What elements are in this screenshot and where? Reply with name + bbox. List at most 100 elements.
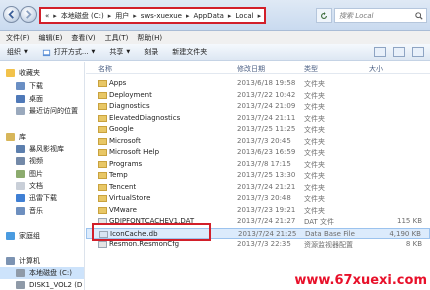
file-name: ElevatedDiagnostics xyxy=(109,114,181,122)
menu-tools[interactable]: 工具(T) xyxy=(105,33,129,43)
menu-edit[interactable]: 编辑(E) xyxy=(39,33,63,43)
new-folder-button[interactable]: 新建文件夹 xyxy=(172,47,207,57)
file-name: VirtualStore xyxy=(109,194,151,202)
sidebar-video-library[interactable]: 暴风影视库 xyxy=(16,143,64,155)
burn-button[interactable]: 刻录 xyxy=(144,47,158,57)
file-date: 2013/7/24 21:21 xyxy=(237,183,296,191)
video-icon xyxy=(16,157,25,165)
file-name: Temp xyxy=(109,171,128,179)
burn-label: 刻录 xyxy=(144,48,159,56)
file-date: 2013/7/24 21:25 xyxy=(238,230,297,238)
file-size: 115 KB xyxy=(397,217,422,225)
file-row[interactable]: Tencent 2013/7/24 21:21 文件夹 xyxy=(86,182,430,193)
breadcrumb-user[interactable]: sws-xuexue xyxy=(141,12,182,20)
file-row[interactable]: Apps 2013/6/18 19:58 文件夹 xyxy=(86,78,430,89)
file-date: 2013/7/3 20:45 xyxy=(237,137,291,145)
file-date: 2013/7/23 19:21 xyxy=(237,206,296,214)
view-options-icon[interactable] xyxy=(374,47,386,57)
file-date: 2013/7/22 10:42 xyxy=(237,91,296,99)
file-date: 2013/7/24 21:11 xyxy=(237,114,296,122)
file-name: Programs xyxy=(109,160,143,168)
file-type: 文件夹 xyxy=(304,184,325,192)
organize-button[interactable]: 组织 ▼ xyxy=(7,47,28,57)
address-input[interactable]: « ▸ 本地磁盘 (C:) ▸ 用户 ▸ sws-xuexue ▸ AppDat… xyxy=(39,7,266,24)
file-row[interactable]: Google 2013/7/25 11:25 文件夹 xyxy=(86,124,430,135)
breadcrumb-users[interactable]: 用户 xyxy=(115,11,129,21)
sidebar-documents[interactable]: 文档 xyxy=(16,180,43,192)
file-name: Resmon.ResmonCfg xyxy=(109,240,180,248)
sidebar-local-disk-c[interactable]: 本地磁盘 (C:) xyxy=(0,267,84,279)
folder-icon xyxy=(98,103,107,110)
file-row[interactable]: Temp 2013/7/25 13:30 文件夹 xyxy=(86,170,430,181)
watermark: www.67xuexi.com xyxy=(294,273,427,288)
file-list: Apps 2013/6/18 19:58 文件夹 Deployment 2013/7/2… xyxy=(86,74,430,290)
breadcrumb-local-disk[interactable]: 本地磁盘 (C:) xyxy=(61,11,104,21)
column-header: 名称 修改日期 类型 大小 xyxy=(86,62,430,74)
address-bar-area: « ▸ 本地磁盘 (C:) ▸ 用户 ▸ sws-xuexue ▸ AppDat… xyxy=(0,0,430,31)
sidebar-thunder[interactable]: 迅雷下载 xyxy=(16,192,57,204)
drive-icon xyxy=(16,269,25,277)
folder-icon xyxy=(98,161,107,168)
folder-icon xyxy=(98,115,107,122)
back-button[interactable] xyxy=(3,6,20,23)
sidebar-recent[interactable]: 最近访问的位置 xyxy=(16,105,78,117)
download-folder-icon xyxy=(16,82,25,90)
file-row[interactable]: Diagnostics 2013/7/24 21:09 文件夹 xyxy=(86,101,430,112)
sidebar-desktop[interactable]: 桌面 xyxy=(16,93,43,105)
sidebar-computer[interactable]: 计算机 xyxy=(6,255,40,267)
sidebar-downloads[interactable]: 下载 xyxy=(16,80,43,92)
sidebar-videos[interactable]: 视频 xyxy=(16,155,43,167)
file-row[interactable]: Microsoft 2013/7/3 20:45 文件夹 xyxy=(86,136,430,147)
file-date: 2013/7/3 22:35 xyxy=(237,240,291,248)
menu-view[interactable]: 查看(V) xyxy=(71,33,95,43)
refresh-button[interactable] xyxy=(316,8,332,23)
highlight-box xyxy=(92,223,211,241)
open-with-button[interactable]: 打开方式... ▼ xyxy=(42,47,95,57)
recent-places-icon xyxy=(16,107,25,115)
open-icon xyxy=(42,49,50,56)
sidebar-homegroup[interactable]: 家庭组 xyxy=(6,230,40,242)
file-row[interactable]: ElevatedDiagnostics 2013/7/24 21:11 文件夹 xyxy=(86,113,430,124)
folder-icon xyxy=(98,80,107,87)
breadcrumb-appdata[interactable]: AppData xyxy=(194,12,224,20)
file-name: Google xyxy=(109,125,134,133)
menu-file[interactable]: 文件(F) xyxy=(6,33,30,43)
file-row[interactable]: Microsoft Help 2013/6/23 16:59 文件夹 xyxy=(86,147,430,158)
file-type: 文件夹 xyxy=(304,138,325,146)
share-button[interactable]: 共享 ▼ xyxy=(109,47,130,57)
video-library-icon xyxy=(16,145,25,153)
sidebar-disk-d[interactable]: DISK1_VOL2 (D xyxy=(16,279,82,290)
folder-icon xyxy=(98,207,107,214)
sidebar-music[interactable]: 音乐 xyxy=(16,205,43,217)
file-name: Microsoft Help xyxy=(109,148,160,156)
breadcrumb-overflow[interactable]: « xyxy=(45,12,49,20)
file-name: Deployment xyxy=(109,91,152,99)
sidebar-favorites[interactable]: 收藏夹 xyxy=(6,67,40,79)
file-name: Apps xyxy=(109,79,127,87)
column-name[interactable]: 名称 xyxy=(98,64,112,74)
file-type: 文件夹 xyxy=(304,92,325,100)
search-icon xyxy=(415,12,423,20)
menu-help[interactable]: 帮助(H) xyxy=(137,33,162,43)
sidebar-libraries[interactable]: 库 xyxy=(6,131,26,143)
file-row[interactable]: Deployment 2013/7/22 10:42 文件夹 xyxy=(86,90,430,101)
breadcrumb-local[interactable]: Local xyxy=(235,12,253,20)
file-row[interactable]: Programs 2013/7/8 17:15 文件夹 xyxy=(86,159,430,170)
column-date[interactable]: 修改日期 xyxy=(237,64,265,74)
back-arrow-icon xyxy=(8,10,14,19)
forward-arrow-icon xyxy=(26,10,32,19)
search-input[interactable]: 搜索 Local xyxy=(334,8,427,23)
file-type: 文件夹 xyxy=(304,115,325,123)
help-icon[interactable] xyxy=(412,47,424,57)
file-type: 文件夹 xyxy=(304,126,325,134)
file-type: 文件夹 xyxy=(304,207,325,215)
file-row[interactable]: VirtualStore 2013/7/3 20:48 文件夹 xyxy=(86,193,430,204)
sidebar-pictures[interactable]: 图片 xyxy=(16,168,43,180)
forward-button[interactable] xyxy=(20,6,37,23)
column-type[interactable]: 类型 xyxy=(304,64,318,74)
search-placeholder: 搜索 Local xyxy=(339,11,374,20)
file-name: Tencent xyxy=(109,183,137,191)
file-row[interactable]: VMware 2013/7/23 19:21 文件夹 xyxy=(86,205,430,216)
column-size[interactable]: 大小 xyxy=(369,64,383,74)
preview-pane-icon[interactable] xyxy=(393,47,405,57)
